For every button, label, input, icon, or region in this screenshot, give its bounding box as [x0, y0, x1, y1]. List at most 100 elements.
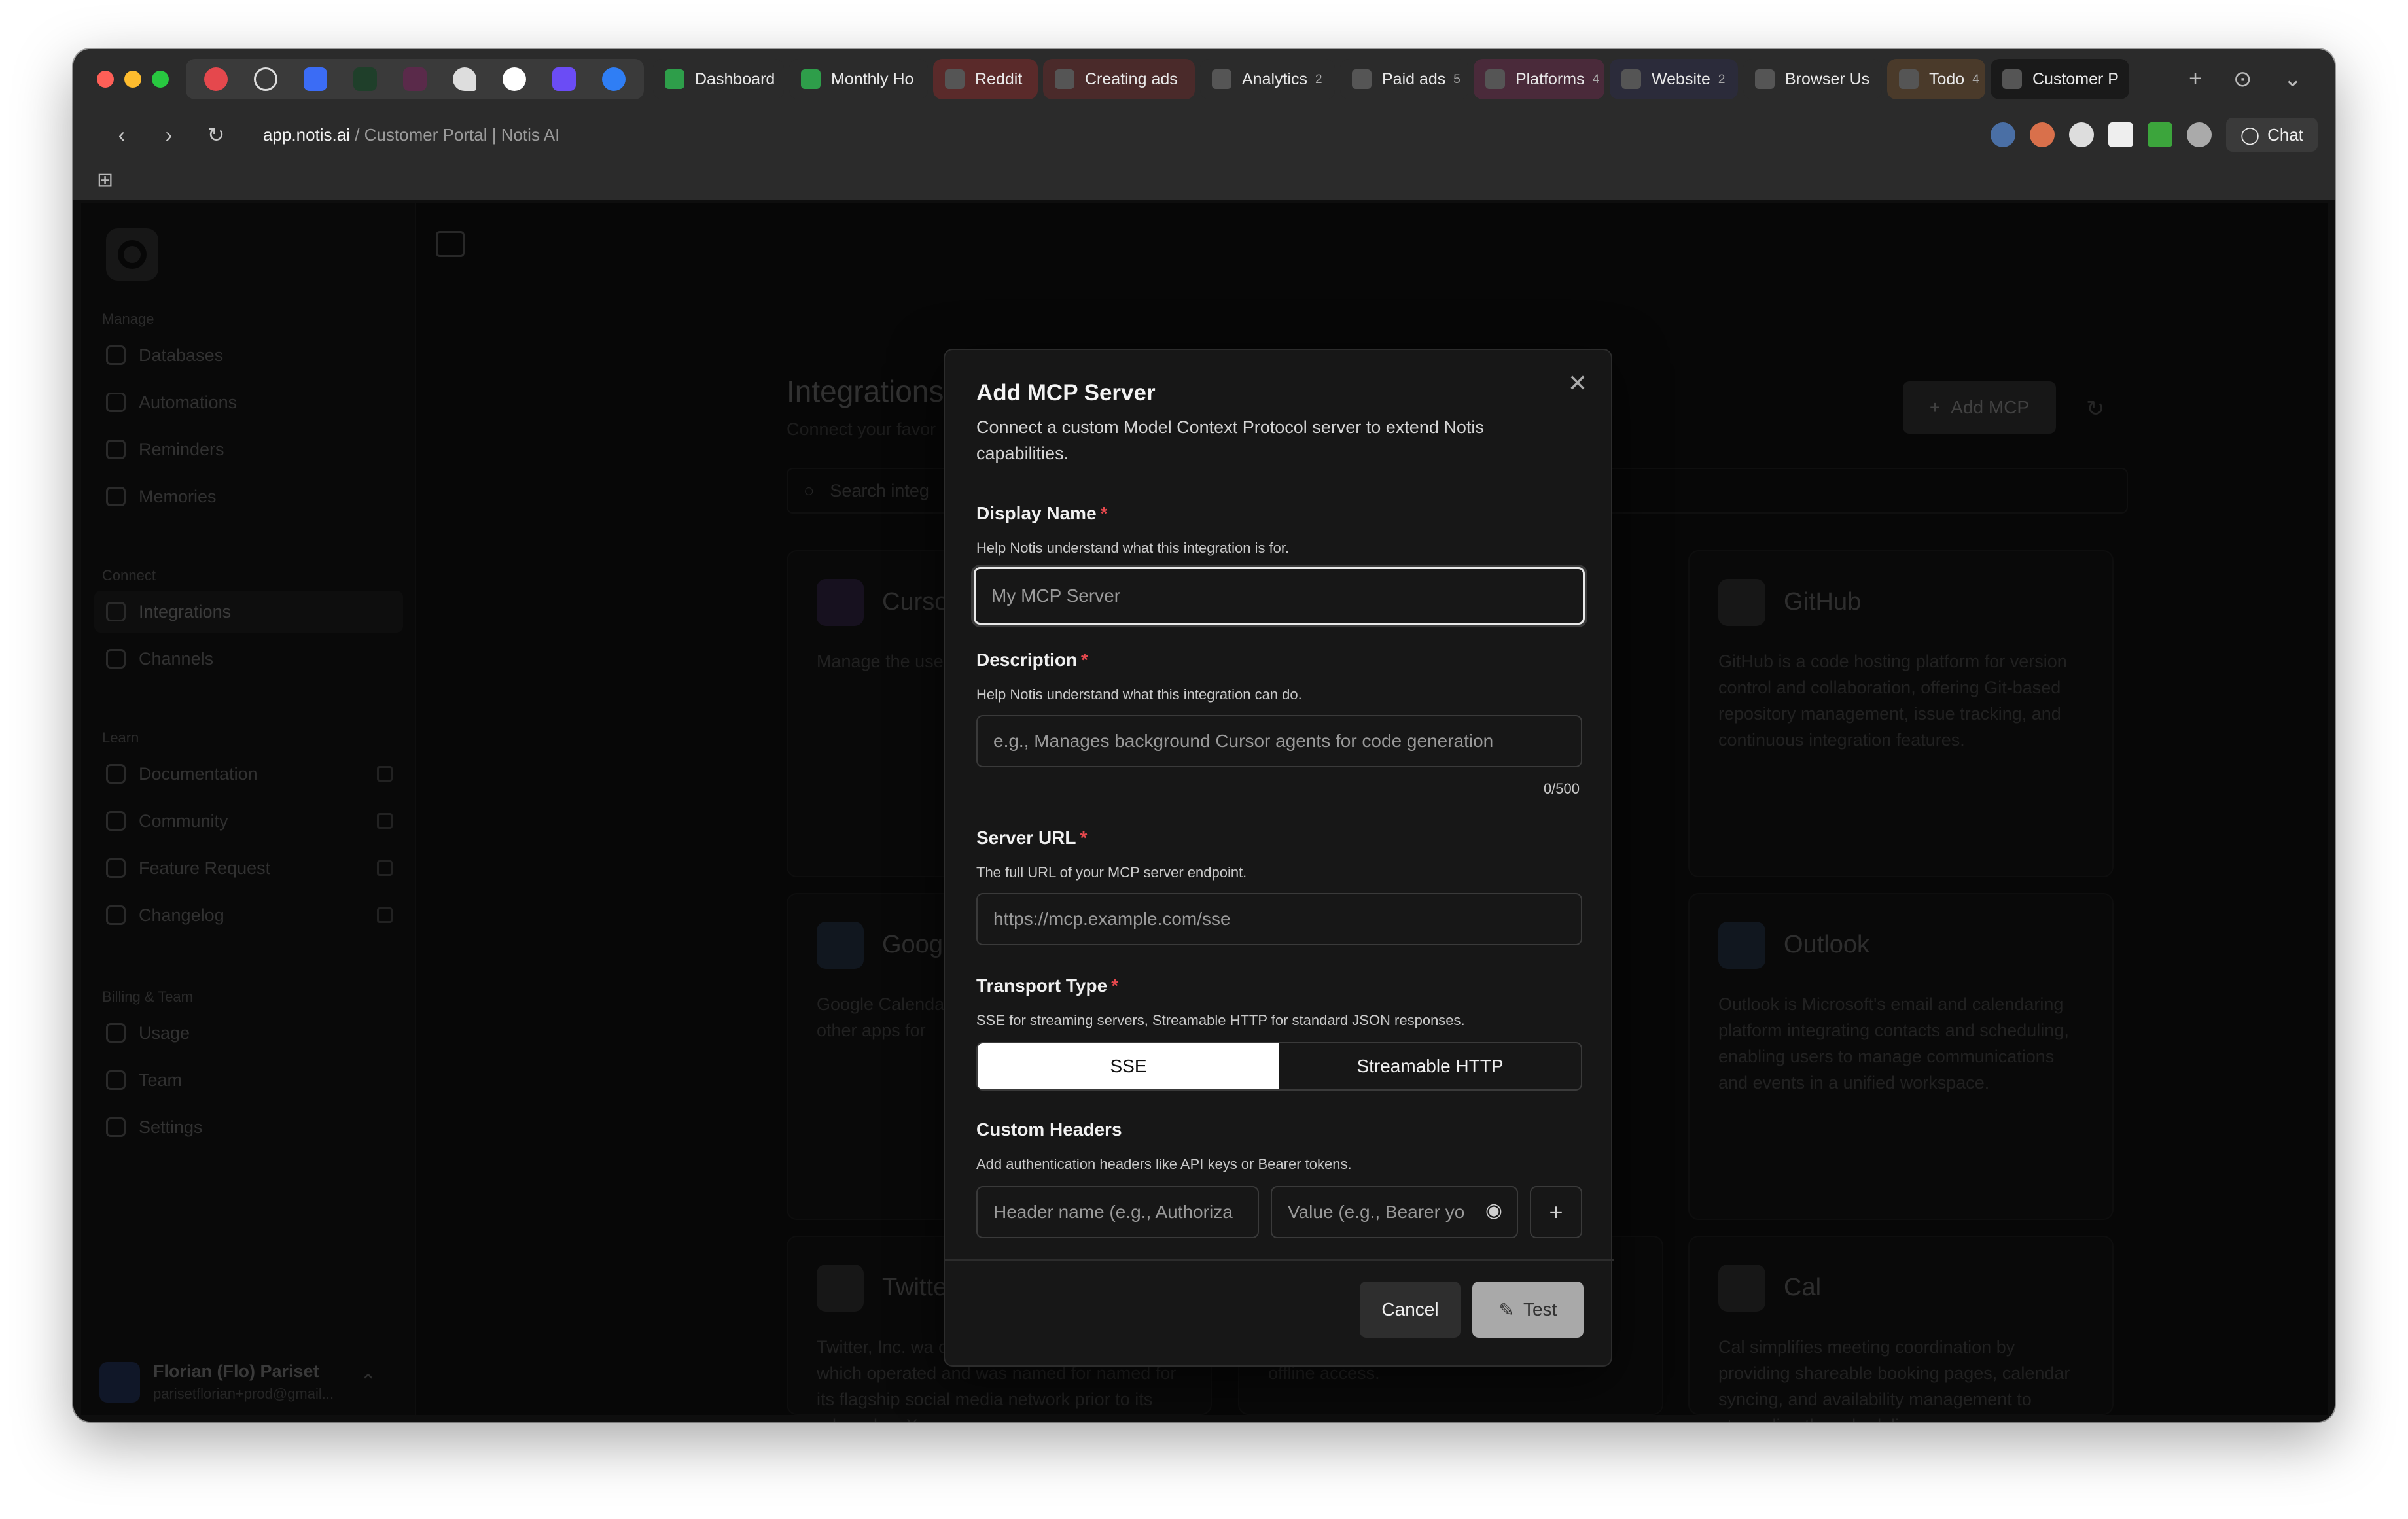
email-icon[interactable] [390, 59, 440, 99]
header-value-input[interactable] [1271, 1186, 1518, 1238]
tab-label: Browser Us [1785, 69, 1870, 88]
browser-tab[interactable]: Dashboard [653, 59, 784, 99]
browser-tab[interactable]: Platforms 4 [1474, 59, 1604, 99]
address-bar: ‹ › ↻ app.notis.ai / Customer Portal | N… [73, 109, 2335, 160]
figma-icon[interactable] [440, 59, 489, 99]
transport-option-sse[interactable]: SSE [978, 1043, 1279, 1089]
pencil-icon: ✎ [1498, 1299, 1515, 1320]
browser-tab[interactable]: Customer P [1991, 59, 2129, 99]
tab-strip: Dashboard Monthly Ho Reddit Creating ads Ana… [73, 49, 2335, 109]
tab-favicon-icon [1755, 69, 1775, 89]
chat-label: Chat [2267, 124, 2303, 145]
tab-favicon-icon [801, 69, 821, 89]
add-mcp-server-dialog: ✕ Add MCP Server Connect a custom Model … [944, 349, 1614, 1367]
transport-option-streamable-http[interactable]: Streamable HTTP [1279, 1043, 1581, 1089]
transport-type-toggle: SSE Streamable HTTP [976, 1042, 1582, 1091]
transport-type-label: Transport Type * [976, 975, 1119, 996]
extensions: ◯ Chat [1990, 118, 2318, 152]
eye-icon[interactable]: ◉ [1485, 1199, 1502, 1222]
slack-icon[interactable] [340, 59, 390, 99]
tab-badge: 2 [1315, 72, 1322, 86]
window-controls [97, 71, 169, 88]
extension-1-icon[interactable] [1990, 122, 2015, 147]
display-name-input[interactable] [974, 567, 1585, 625]
tab-favicon-icon [2002, 69, 2022, 89]
chevron-down-icon[interactable]: ⌄ [2284, 66, 2303, 92]
server-url-input[interactable] [976, 893, 1582, 945]
browser-tab[interactable]: Website 2 [1610, 59, 1738, 99]
minimize-window-button[interactable] [124, 71, 141, 88]
server-url-label: Server URL * [976, 828, 1088, 848]
intercom-icon[interactable] [291, 59, 340, 99]
tab-badge: 4 [1592, 72, 1600, 86]
downloads-icon[interactable]: ⊙ [2233, 66, 2252, 92]
custom-headers-help: Add authentication headers like API keys… [976, 1156, 1352, 1172]
test-button[interactable]: ✎ Test [1472, 1282, 1584, 1338]
reload-icon[interactable]: ↻ [192, 122, 239, 147]
tab-favicon-icon [1055, 69, 1074, 89]
description-input[interactable] [976, 715, 1582, 767]
tab-favicon-icon [1212, 69, 1231, 89]
linear-icon[interactable] [539, 59, 589, 99]
tab-label: Creating ads [1085, 69, 1178, 88]
tab-label: Customer P [2032, 69, 2119, 88]
header-name-input[interactable] [976, 1186, 1259, 1238]
tab-favicon-icon [1485, 69, 1505, 89]
browser-tab[interactable]: Browser Us [1743, 59, 1882, 99]
tab-badge: 2 [1718, 72, 1726, 86]
tab-label: Analytics [1242, 69, 1308, 88]
claude-icon[interactable] [2029, 122, 2055, 147]
display-name-help: Help Notis understand what this integrat… [976, 540, 1290, 556]
back-icon[interactable]: ‹ [98, 123, 145, 147]
tab-label: Platforms [1515, 69, 1585, 88]
tab-badge: 4 [1972, 72, 1979, 86]
browser-tab[interactable]: Reddit [933, 59, 1038, 99]
pinned-tabs [186, 59, 644, 99]
extension-6-icon[interactable] [2186, 122, 2212, 147]
browser-tab[interactable]: Todo 4 [1887, 59, 1985, 99]
add-header-button[interactable]: + [1530, 1186, 1582, 1238]
chat-button[interactable]: ◯ Chat [2225, 118, 2318, 152]
extension-3-icon[interactable] [2068, 122, 2094, 147]
browser-tab[interactable]: Creating ads [1043, 59, 1195, 99]
maximize-window-button[interactable] [152, 71, 169, 88]
tab-badge: 5 [1453, 72, 1461, 86]
url-path: / Customer Portal | Notis AI [349, 124, 560, 145]
tab-label: Todo [1929, 69, 1965, 88]
chat-icon: ◯ [2240, 124, 2260, 145]
vercel-icon[interactable] [489, 59, 539, 99]
bookmarks-bar: ⊞ [73, 160, 2335, 200]
tabs: Dashboard Monthly Ho Reddit Creating ads Ana… [653, 59, 2129, 99]
dialog-title: Add MCP Server [976, 380, 1156, 406]
browser-tab[interactable]: Analytics 2 [1200, 59, 1335, 99]
tab-label: Reddit [975, 69, 1023, 88]
cancel-button[interactable]: Cancel [1360, 1282, 1461, 1338]
new-tab-icon[interactable]: + [2189, 66, 2202, 92]
server-url-help: The full URL of your MCP server endpoint… [976, 864, 1247, 881]
browser-tab[interactable]: Paid ads 5 [1340, 59, 1468, 99]
forward-icon[interactable]: › [145, 123, 192, 147]
apps-grid-icon[interactable]: ⊞ [97, 169, 113, 192]
youtube-icon[interactable] [191, 59, 241, 99]
custom-headers-label: Custom Headers [976, 1119, 1122, 1140]
tab-label: Monthly Ho [831, 69, 914, 88]
dialog-footer-divider [945, 1259, 1614, 1261]
openai-icon[interactable] [241, 59, 291, 99]
browser-tab[interactable]: Monthly Ho [789, 59, 928, 99]
test-label: Test [1523, 1299, 1557, 1319]
description-help: Help Notis understand what this integrat… [976, 686, 1302, 703]
tab-label: Dashboard [695, 69, 775, 88]
display-name-label: Display Name * [976, 503, 1108, 523]
url-host: app.notis.ai [263, 124, 350, 145]
tabstrip-actions: + ⊙ ⌄ [2189, 66, 2302, 92]
notion-icon[interactable] [2108, 122, 2133, 147]
close-window-button[interactable] [97, 71, 114, 88]
transport-type-help: SSE for streaming servers, Streamable HT… [976, 1012, 1465, 1028]
tab-favicon-icon [1899, 69, 1919, 89]
tab-favicon-icon [1352, 69, 1372, 89]
close-icon[interactable]: ✕ [1568, 370, 1587, 397]
description-counter: 0/500 [1543, 780, 1580, 797]
canva-icon[interactable] [589, 59, 639, 99]
extension-5-icon[interactable] [2147, 122, 2172, 147]
url-field[interactable]: app.notis.ai / Customer Portal | Notis A… [263, 125, 559, 145]
